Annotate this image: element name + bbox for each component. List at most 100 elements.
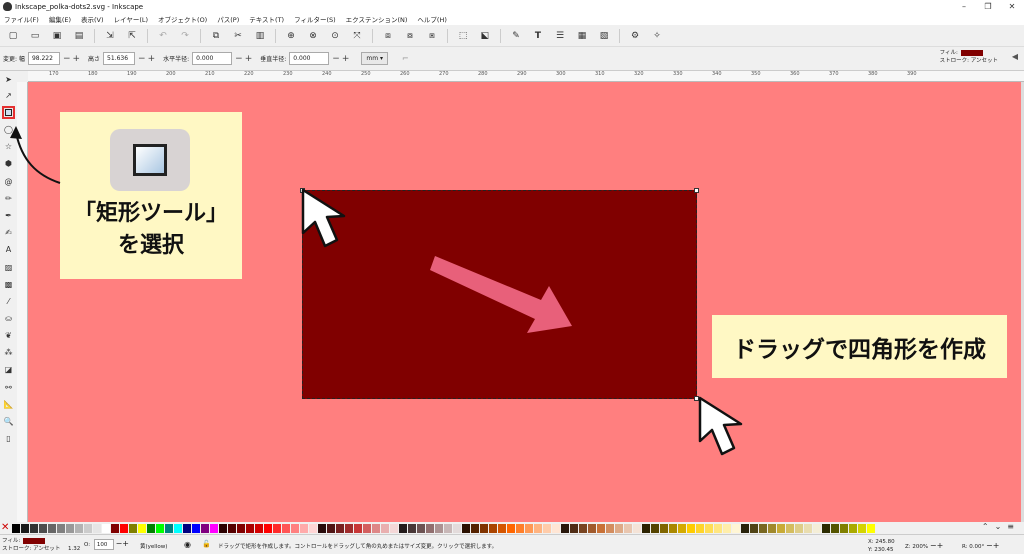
palette-swatch[interactable] (507, 523, 515, 533)
calligraphy-tool-icon[interactable]: ✍ (2, 226, 15, 239)
palette-swatch[interactable] (867, 523, 875, 533)
palette-swatch[interactable] (381, 523, 389, 533)
zoom-fit-icon[interactable]: ⤧ (350, 29, 364, 43)
status-stroke-value[interactable]: アンセット (33, 546, 60, 552)
palette-swatch[interactable] (309, 523, 317, 533)
palette-swatch[interactable] (111, 523, 119, 533)
menu-help[interactable]: ヘルプ(H) (417, 14, 446, 24)
layer-visibility-icon[interactable]: ◉ (184, 540, 191, 549)
palette-swatch[interactable] (399, 523, 407, 533)
palette-swatch[interactable] (138, 523, 146, 533)
palette-swatch[interactable] (426, 523, 434, 533)
palette-swatch[interactable] (705, 523, 713, 533)
measure-tool-icon[interactable]: 📐 (2, 398, 15, 411)
palette-swatch[interactable] (525, 523, 533, 533)
palette-swatch[interactable] (165, 523, 173, 533)
palette-swatch[interactable] (732, 523, 740, 533)
cut-icon[interactable]: ✂ (231, 29, 245, 43)
palette-swatch[interactable] (714, 523, 722, 533)
gradient-tool-icon[interactable]: ▨ (2, 261, 15, 274)
palette-swatch[interactable] (849, 523, 857, 533)
palette-swatch[interactable] (669, 523, 677, 533)
palette-swatch[interactable] (327, 523, 335, 533)
palette-swatch[interactable] (336, 523, 344, 533)
palette-swatch[interactable] (21, 523, 29, 533)
palette-swatch[interactable] (795, 523, 803, 533)
palette-swatch[interactable] (192, 523, 200, 533)
palette-swatch[interactable] (687, 523, 695, 533)
rotation-value[interactable]: 0.00° (969, 544, 984, 550)
palette-swatch[interactable] (579, 523, 587, 533)
palette-swatch[interactable] (552, 523, 560, 533)
palette-swatch[interactable] (462, 523, 470, 533)
palette-swatch[interactable] (318, 523, 326, 533)
style-indicator[interactable]: フィル: ストローク: アンセット (940, 49, 998, 65)
palette-swatch[interactable] (219, 523, 227, 533)
palette-swatch[interactable] (642, 523, 650, 533)
palette-swatch[interactable] (291, 523, 299, 533)
palette-scroll-icon[interactable]: ⌃⌄≡ (982, 522, 1020, 531)
palette-swatch[interactable] (102, 523, 110, 533)
palette-swatch[interactable] (201, 523, 209, 533)
palette-swatch[interactable] (345, 523, 353, 533)
layers-icon[interactable]: ☰ (553, 29, 567, 43)
duplicate-icon[interactable]: ⧈ (381, 29, 395, 43)
ellipse-tool-icon[interactable]: ◯ (2, 123, 15, 136)
maximize-button[interactable]: ❐ (976, 0, 1000, 13)
palette-swatch[interactable] (615, 523, 623, 533)
palette-swatch[interactable] (498, 523, 506, 533)
paint-bucket-tool-icon[interactable]: ⛀ (2, 312, 15, 325)
align-icon[interactable]: ▧ (597, 29, 611, 43)
rect-radius-handle[interactable] (694, 188, 699, 193)
palette-swatch[interactable] (768, 523, 776, 533)
palette-swatch[interactable] (30, 523, 38, 533)
zoom-page-icon[interactable]: ⊙ (328, 29, 342, 43)
menu-object[interactable]: オブジェクト(O) (158, 14, 207, 24)
rect-corner-handle[interactable] (300, 188, 305, 193)
drawing-canvas[interactable]: 「矩形ツール」 を選択 ドラッグで四角形を作成 (28, 82, 1021, 522)
palette-swatch[interactable] (822, 523, 830, 533)
selector-tool-icon[interactable]: ➤ (2, 73, 15, 86)
palette-swatch[interactable] (66, 523, 74, 533)
unlink-clone-icon[interactable]: ⧆ (425, 29, 439, 43)
drawn-rectangle[interactable] (302, 190, 697, 399)
palette-swatch[interactable] (39, 523, 47, 533)
palette-swatch[interactable] (597, 523, 605, 533)
ry-stepper[interactable]: −+ (332, 54, 351, 64)
rectangle-tool-icon[interactable] (2, 106, 15, 119)
open-icon[interactable]: ▭ (28, 29, 42, 43)
menu-filters[interactable]: フィルター(S) (294, 14, 336, 24)
palette-swatch[interactable] (120, 523, 128, 533)
document-properties-icon[interactable]: ✧ (650, 29, 664, 43)
copy-icon[interactable]: ⧉ (209, 29, 223, 43)
palette-swatch[interactable] (273, 523, 281, 533)
opacity-input[interactable]: 100 (93, 539, 114, 550)
ungroup-icon[interactable]: ⬕ (478, 29, 492, 43)
status-fill-swatch[interactable] (23, 537, 46, 544)
zoom-selection-icon[interactable]: ⊕ (284, 29, 298, 43)
redo-icon[interactable]: ↷ (178, 29, 192, 43)
export-icon[interactable]: ⇱ (125, 29, 139, 43)
rx-input[interactable]: 0.000 (192, 52, 233, 65)
zoom-value[interactable]: 200% (912, 544, 928, 550)
palette-swatch[interactable] (264, 523, 272, 533)
palette-swatch[interactable] (678, 523, 686, 533)
print-icon[interactable]: ▤ (72, 29, 86, 43)
spray-tool-icon[interactable]: ⁂ (2, 346, 15, 359)
palette-swatch[interactable] (786, 523, 794, 533)
palette-swatch[interactable] (228, 523, 236, 533)
page-tool-icon[interactable]: ▯ (2, 432, 15, 445)
close-button[interactable]: ✕ (1000, 0, 1024, 13)
palette-swatch[interactable] (210, 523, 218, 533)
pen-tool-icon[interactable]: ✒ (2, 209, 15, 222)
palette-swatch[interactable] (156, 523, 164, 533)
palette-swatch[interactable] (831, 523, 839, 533)
height-stepper[interactable]: −+ (138, 54, 157, 64)
menu-edit[interactable]: 編集(E) (49, 14, 71, 24)
mesh-tool-icon[interactable]: ▩ (2, 278, 15, 291)
palette-swatch[interactable] (633, 523, 641, 533)
palette-swatch[interactable] (570, 523, 578, 533)
text-font-icon[interactable]: T (531, 29, 545, 43)
spiral-tool-icon[interactable]: @ (2, 175, 15, 188)
minimize-button[interactable]: – (952, 0, 976, 13)
